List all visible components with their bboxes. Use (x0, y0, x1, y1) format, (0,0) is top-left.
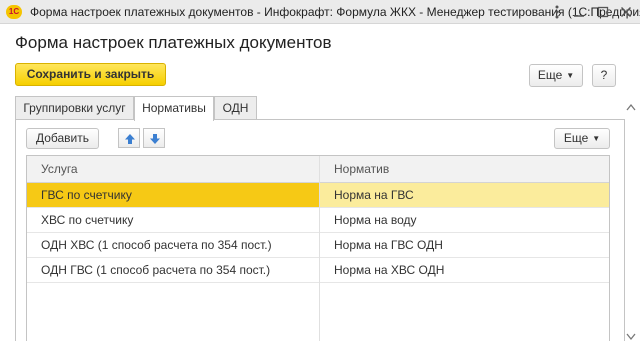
chevron-down-icon: ▼ (566, 71, 575, 80)
tab-norms[interactable]: Нормативы (134, 96, 214, 121)
chevron-down-icon: ▼ (592, 134, 601, 143)
table-header: Услуга Норматив (27, 156, 609, 183)
table-more-button[interactable]: Еще ▼ (554, 128, 610, 149)
maximize-icon[interactable] (594, 3, 612, 21)
cell-norm[interactable]: Норма на воду (320, 208, 609, 232)
table-row[interactable]: ХВС по счетчику Норма на воду (27, 208, 609, 233)
norms-table: Услуга Норматив ГВС по счетчику Норма на… (26, 155, 610, 341)
page-title: Форма настроек платежных документов (15, 33, 332, 52)
table-row[interactable]: ОДН ГВС (1 способ расчета по 354 пост.) … (27, 258, 609, 283)
arrow-down-icon (150, 134, 160, 144)
help-button[interactable]: ? (592, 64, 616, 87)
more-button-label: Еще (537, 68, 563, 82)
more-button[interactable]: Еще ▼ (529, 64, 583, 87)
minimize-icon[interactable] (570, 3, 588, 21)
column-header-service[interactable]: Услуга (41, 156, 78, 183)
move-up-button[interactable] (118, 128, 140, 148)
window-titlebar: 1С Форма настроек платежных документов -… (0, 0, 640, 24)
cell-service[interactable]: ГВС по счетчику (27, 183, 319, 207)
cell-service[interactable]: ОДН ХВС (1 способ расчета по 354 пост.) (27, 233, 319, 257)
close-icon[interactable] (617, 3, 635, 21)
cell-norm[interactable]: Норма на ХВС ОДН (320, 258, 609, 282)
scroll-up-icon[interactable] (626, 100, 636, 111)
add-button[interactable]: Добавить (26, 128, 99, 149)
tab-service-groups[interactable]: Группировки услуг (15, 96, 134, 120)
table-more-button-label: Еще (563, 131, 589, 145)
app-logo-icon: 1С (6, 5, 22, 19)
tab-odn[interactable]: ОДН (214, 96, 257, 120)
column-header-norm[interactable]: Норматив (334, 156, 389, 183)
cell-service[interactable]: ОДН ГВС (1 способ расчета по 354 пост.) (27, 258, 319, 282)
save-and-close-button[interactable]: Сохранить и закрыть (15, 63, 166, 86)
more-vertical-icon[interactable] (548, 3, 566, 21)
move-down-button[interactable] (143, 128, 165, 148)
column-divider (319, 156, 320, 341)
cell-service[interactable]: ХВС по счетчику (27, 208, 319, 232)
scroll-down-icon[interactable] (626, 330, 636, 341)
cell-norm[interactable]: Норма на ГВС ОДН (320, 233, 609, 257)
table-row[interactable]: ГВС по счетчику Норма на ГВС (27, 183, 609, 208)
cell-norm[interactable]: Норма на ГВС (320, 183, 609, 207)
arrow-up-icon (125, 134, 135, 144)
table-row[interactable]: ОДН ХВС (1 способ расчета по 354 пост.) … (27, 233, 609, 258)
